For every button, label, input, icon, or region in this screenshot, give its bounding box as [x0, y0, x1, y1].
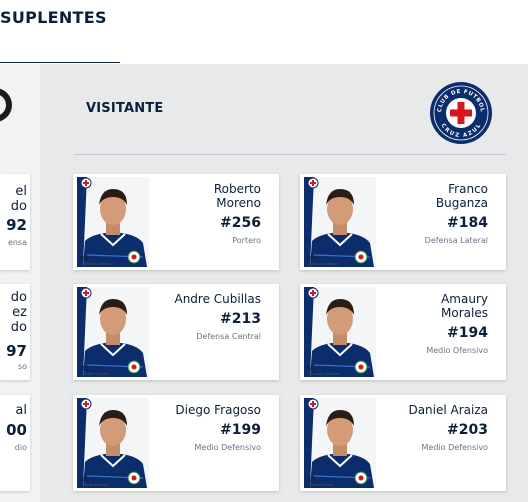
player-info: Andre Cubillas #213 Defensa Central [143, 292, 261, 341]
player-photo: 199 Diego Fragoso [77, 398, 149, 488]
home-player-number: 97 [6, 342, 27, 360]
player-number: #203 [447, 422, 488, 438]
home-player-position: dio [14, 443, 27, 452]
player-card[interactable]: 184 Franco Buganza Franco Buganza #184 Def… [300, 174, 506, 270]
player-name: Daniel Araiza [408, 403, 488, 417]
player-photo: 194 Amaury Morales [304, 287, 376, 377]
svg-text:Amaury Morales: Amaury Morales [310, 372, 339, 376]
player-name: Franco Buganza [435, 182, 488, 210]
player-number: #199 [220, 422, 261, 438]
player-portrait: 213Andre Cubillas [77, 287, 149, 377]
player-name: Diego Fragoso [175, 403, 261, 417]
player-card[interactable]: 213 Andre Cubillas Andre Cubillas #213 De… [73, 284, 279, 380]
home-player-position: ensa [7, 238, 27, 247]
svg-text:Roberto Moreno: Roberto Moreno [83, 262, 112, 266]
player-info: Diego Fragoso #199 Medio Defensivo [143, 403, 261, 452]
player-number: #256 [220, 215, 261, 231]
home-player-name: do ez do [10, 290, 27, 335]
player-photo: 213 Andre Cubillas [77, 287, 149, 377]
svg-text:Andre Cubillas: Andre Cubillas [83, 372, 109, 376]
svg-text:Diego Fragoso: Diego Fragoso [83, 483, 109, 487]
player-position: Medio Defensivo [421, 443, 488, 452]
player-number: #213 [220, 311, 261, 327]
player-position: Defensa Central [196, 332, 261, 341]
player-number: #184 [447, 215, 488, 231]
home-player-card[interactable]: el do 92 ensa [0, 174, 30, 270]
visitor-divider [74, 154, 506, 155]
section-header: SUPLENTES [0, 0, 528, 64]
player-portrait: 203Daniel Araiza [304, 398, 376, 488]
visitor-title: VISITANTE [86, 101, 164, 116]
home-player-number: 92 [6, 216, 27, 234]
cruz-azul-logo: CLUB DE FUTBOL CRUZ AZUL [430, 82, 492, 144]
player-card[interactable]: 203 Daniel Araiza Daniel Araiza #203 Medi… [300, 395, 506, 491]
svg-text:Daniel Araiza: Daniel Araiza [310, 483, 334, 487]
player-portrait: 194Amaury Morales [304, 287, 376, 377]
home-player-number: 00 [6, 421, 27, 439]
player-position: Defensa Lateral [424, 236, 488, 245]
player-portrait: 256Roberto Moreno [77, 177, 149, 267]
player-name: Andre Cubillas [174, 292, 261, 306]
home-player-name: el do [10, 184, 27, 214]
player-card[interactable]: 199 Diego Fragoso Diego Fragoso #199 Medi… [73, 395, 279, 491]
player-info: Roberto Moreno #256 Portero [143, 182, 261, 245]
player-card[interactable]: 194 Amaury Morales Amaury Morales #194 Med… [300, 284, 506, 380]
home-player-name: al [15, 403, 27, 418]
player-info: Franco Buganza #184 Defensa Lateral [370, 182, 488, 245]
home-team-logo [0, 88, 12, 122]
section-title-underline [0, 62, 120, 63]
home-player-position: so [17, 362, 27, 371]
player-name: Amaury Morales [441, 292, 488, 320]
player-position: Medio Defensivo [194, 443, 261, 452]
player-position: Portero [232, 236, 261, 245]
section-title: SUPLENTES [0, 8, 107, 27]
player-info: Daniel Araiza #203 Medio Defensivo [370, 403, 488, 452]
player-position: Medio Ofensivo [426, 346, 488, 355]
player-card[interactable]: 256 Roberto Moreno Roberto Moreno #256 Por… [73, 174, 279, 270]
player-photo: 203 Daniel Araiza [304, 398, 376, 488]
player-info: Amaury Morales #194 Medio Ofensivo [370, 292, 488, 355]
home-player-card[interactable]: do ez do 97 so [0, 284, 30, 380]
player-portrait: 184Franco Buganza [304, 177, 376, 267]
svg-text:Franco Buganza: Franco Buganza [310, 262, 339, 266]
home-player-card[interactable]: al 00 dio [0, 395, 30, 491]
player-photo: 256 Roberto Moreno [77, 177, 149, 267]
player-portrait: 199Diego Fragoso [77, 398, 149, 488]
player-number: #194 [447, 325, 488, 341]
player-name: Roberto Moreno [213, 182, 261, 210]
player-photo: 184 Franco Buganza [304, 177, 376, 267]
